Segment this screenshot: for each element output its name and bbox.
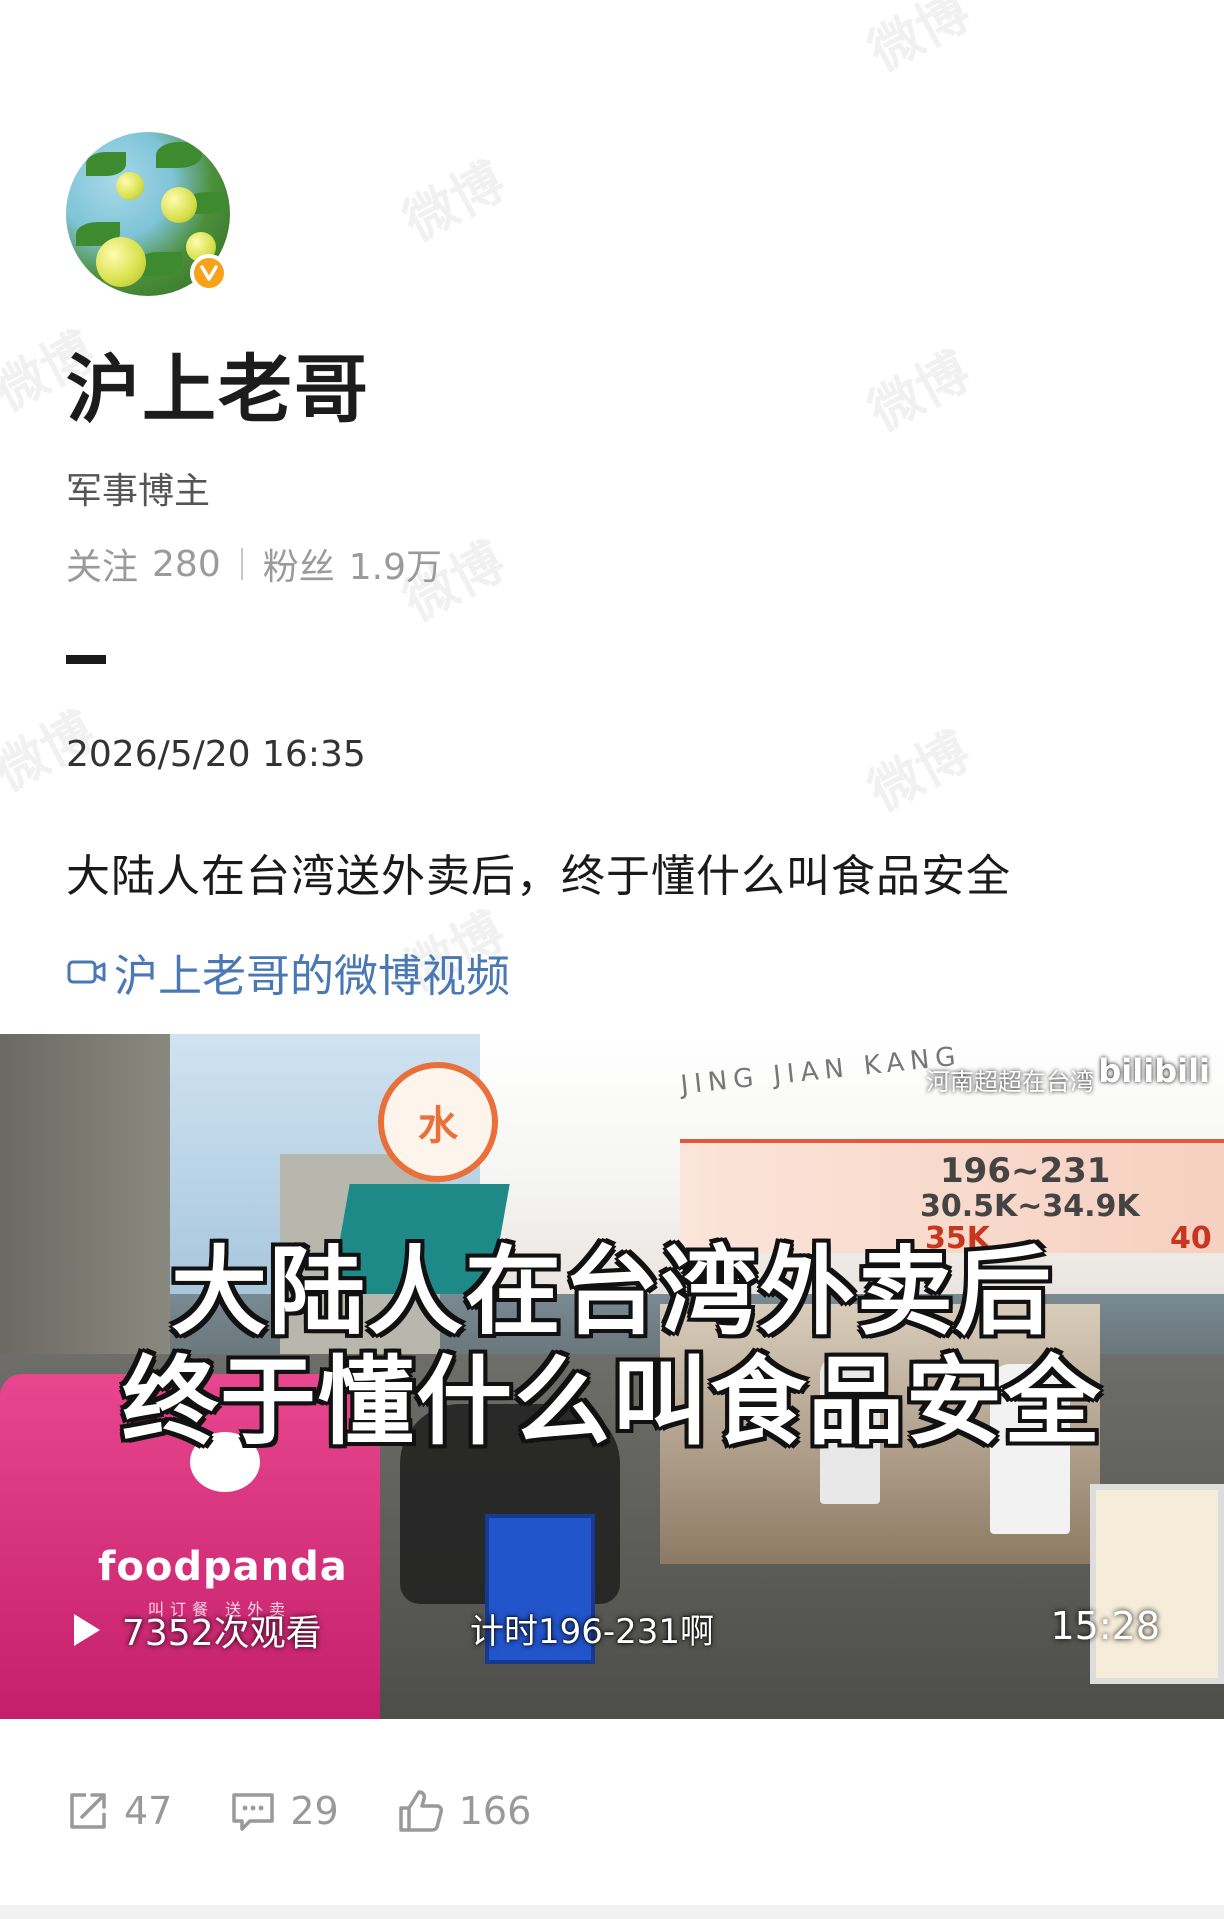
post-text: 大陆人在台湾送外卖后，终于懂什么叫食品安全 (66, 851, 1011, 902)
bilibili-logo: bilibili (1098, 1052, 1210, 1090)
video-link[interactable]: 沪上老哥的微博视频 (66, 940, 510, 1004)
repost-button[interactable]: 47 (66, 1789, 172, 1833)
username[interactable]: 沪上老哥 (66, 330, 370, 437)
comment-count: 29 (290, 1789, 339, 1833)
video-subtitle: 计时196-231啊 (470, 1612, 715, 1652)
verified-badge-icon (190, 254, 228, 292)
video-uploader-tag: 河南超超在台湾 (926, 1068, 1094, 1096)
stats-divider (240, 548, 243, 580)
banner-price: 196~231 (940, 1151, 1111, 1191)
bag-brand: foodpanda (98, 1544, 348, 1590)
watermark: 微博 (859, 721, 980, 824)
video-scene-menu-board (1090, 1484, 1224, 1684)
video-views: 7352次观看 (74, 1604, 322, 1656)
user-role: 军事博主 (66, 471, 211, 512)
watermark: 微博 (859, 341, 980, 444)
video-player[interactable]: JING JIAN KANG 196~231 30.5K~34.9K 35K 4… (0, 1034, 1224, 1719)
round-sign-text: 水 (418, 1103, 458, 1149)
follow-stats: 关注 280 粉丝 1.9万 (66, 538, 442, 590)
section-divider (66, 655, 106, 664)
comment-button[interactable]: 29 (230, 1789, 339, 1833)
video-view-count: 7352次观看 (122, 1613, 322, 1654)
sign-header: JING JIAN KANG (679, 1041, 963, 1101)
repost-icon (70, 1793, 106, 1829)
video-camera-icon (67, 960, 106, 984)
like-button[interactable]: 166 (397, 1788, 532, 1834)
watermark: 微博 (394, 151, 515, 254)
post-timestamp: 2026/5/20 16:35 (66, 734, 366, 775)
video-caption-line2: 终于懂什么叫食品安全 (122, 1346, 1102, 1458)
round-shop-sign: 水 (378, 1062, 498, 1182)
repost-count: 47 (124, 1789, 173, 1833)
like-count: 166 (458, 1789, 532, 1833)
post-actions: 47 29 166 (66, 1788, 589, 1834)
comment-icon (232, 1793, 275, 1831)
video-link-label[interactable]: 沪上老哥的微博视频 (114, 940, 510, 1004)
video-duration: 15:28 (1050, 1604, 1160, 1648)
followers-count[interactable]: 1.9万 (349, 538, 442, 590)
watermark: 微博 (859, 0, 980, 84)
following-count[interactable]: 280 (152, 544, 221, 585)
thumbs-up-icon (398, 1790, 443, 1832)
play-icon[interactable] (74, 1614, 100, 1646)
followers-label[interactable]: 粉丝 (263, 538, 335, 590)
following-label[interactable]: 关注 (66, 538, 138, 590)
bottom-bar (0, 1905, 1224, 1919)
